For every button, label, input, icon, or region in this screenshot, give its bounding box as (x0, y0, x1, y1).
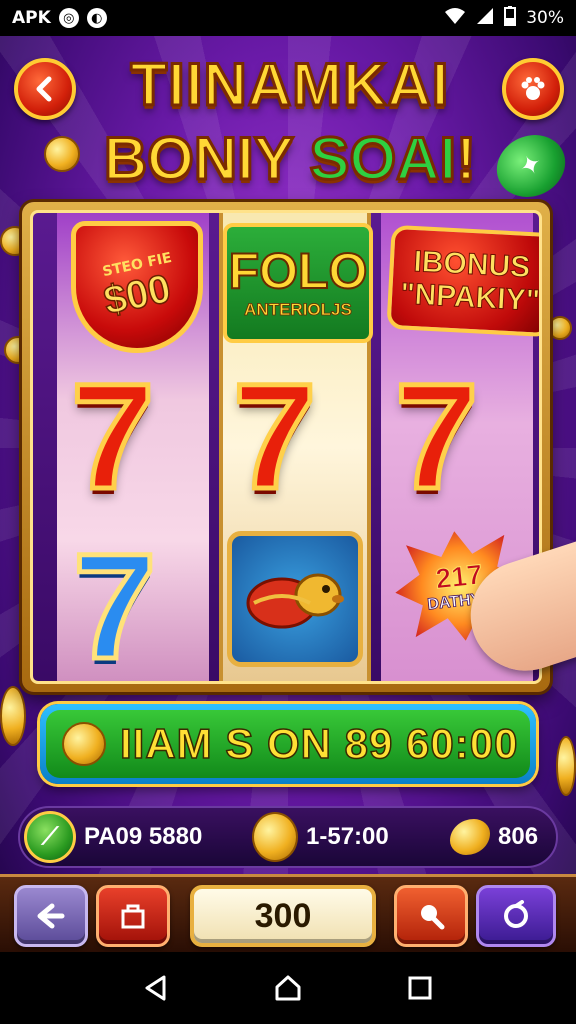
coin-decoration (548, 316, 572, 340)
system-nav-bar (0, 952, 576, 1024)
seven-symbol: 7 (392, 352, 480, 520)
balance-text: PA09 5880 (84, 823, 203, 850)
status-bar: APK ◎ ◐ 30% (0, 0, 576, 36)
seven-symbol: 7 (230, 352, 318, 520)
feather-icon: ✦ (514, 147, 548, 185)
coin-icon (62, 722, 106, 766)
nav-back-button[interactable] (136, 968, 176, 1008)
chevron-left-icon (36, 76, 52, 102)
piggy-icon (246, 573, 344, 629)
notification-icon: ◎ (58, 8, 79, 28)
return-arrow-icon (37, 903, 65, 929)
reel-area: STEO FIE $00 FOLO ANTERIOLJS IBONUS "NPA… (30, 210, 542, 684)
back-button[interactable] (14, 58, 76, 120)
game-title-line1: TIINAMKAI (129, 50, 450, 120)
jackpot-shield: STEO FIE $00 (71, 221, 203, 353)
coin-decoration (44, 136, 80, 172)
refresh-icon (504, 900, 528, 928)
bet-amount-button[interactable]: 300 (190, 885, 376, 947)
shop-button[interactable] (96, 885, 170, 947)
bag-icon (121, 904, 145, 929)
bonus-symbol: IBONUS "NPAKIY" (386, 224, 541, 338)
folo-subtitle: ANTERIOLJS (244, 300, 352, 320)
nav-recents-button[interactable] (400, 968, 440, 1008)
gold-coin-icon (252, 812, 298, 862)
bonus-line2: "NPAKIY" (399, 277, 541, 318)
square-recents-icon (408, 976, 432, 1000)
reward-text: 806 (498, 823, 539, 850)
title-word-1: BONIY (102, 124, 294, 194)
lucky-pig-tile (227, 531, 363, 667)
battery-percent: 30% (526, 8, 564, 28)
auto-spin-button[interactable] (476, 885, 556, 947)
wifi-icon (444, 7, 466, 30)
game-screen: ✦ TIINAMKAI BONIY SOAI! STEO FIE $00 FOL… (0, 36, 576, 952)
vpn-icon: ◐ (86, 8, 107, 28)
battery-icon (504, 5, 517, 31)
signal-icon (476, 7, 494, 30)
home-icon (275, 975, 301, 1001)
game-title-line2: BONIY SOAI! (90, 124, 490, 194)
reward-item[interactable]: 806 (450, 819, 538, 855)
triangle-back-icon (145, 975, 166, 1001)
search-icon (421, 905, 445, 930)
blue-seven-symbol: 7 (70, 522, 158, 684)
title-exclaim: ! (455, 124, 478, 194)
return-button[interactable] (14, 885, 88, 947)
gold-fish-icon (450, 819, 490, 855)
coin-decoration (556, 736, 576, 796)
status-app-label: APK (12, 8, 51, 28)
settings-button[interactable] (502, 58, 564, 120)
win-banner[interactable]: IIAM S ON 89 60:00 (40, 704, 536, 784)
timer-item[interactable]: 1-57:00 (252, 812, 389, 862)
control-bar: 300 (0, 874, 576, 952)
seven-symbol: 7 (68, 352, 156, 520)
info-bar: ⟋ PA09 5880 1-57:00 806 (18, 806, 558, 868)
folo-title: FOLO (228, 243, 369, 299)
paw-icon (521, 77, 545, 100)
win-banner-text: IIAM S ON 89 60:00 (119, 719, 519, 768)
search-button[interactable] (394, 885, 468, 947)
folo-symbol: FOLO ANTERIOLJS (223, 223, 373, 343)
win-banner-inner: IIAM S ON 89 60:00 (46, 710, 530, 778)
nav-home-button[interactable] (268, 968, 308, 1008)
timer-text: 1-57:00 (306, 823, 389, 850)
leaf-icon: ⟋ (24, 811, 76, 863)
balance-item[interactable]: ⟋ PA09 5880 (24, 811, 202, 863)
coin-decoration (0, 686, 26, 746)
title-word-2: SOAI (308, 124, 458, 194)
